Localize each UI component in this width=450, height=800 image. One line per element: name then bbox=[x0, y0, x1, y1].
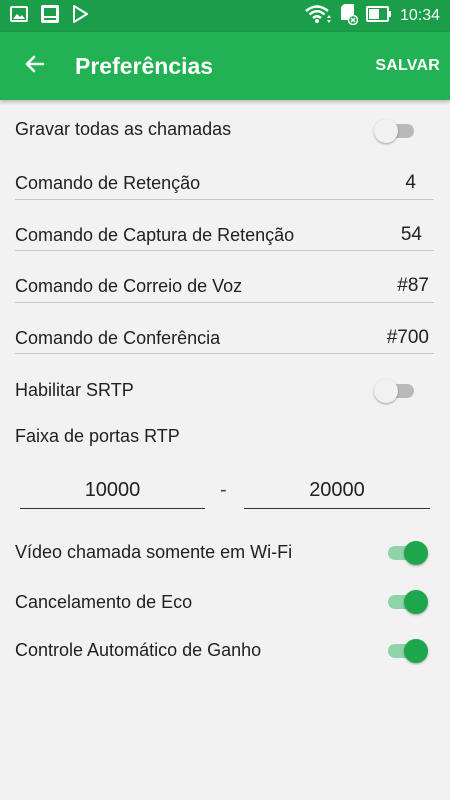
status-bar-notifications bbox=[10, 4, 88, 29]
switch-thumb bbox=[374, 379, 398, 403]
rtp-port-separator: - bbox=[220, 479, 227, 501]
echo-cancellation-label: Cancelamento de Eco bbox=[15, 592, 193, 612]
record-all-calls-label: Gravar todas as chamadas bbox=[15, 119, 232, 139]
hold-pickup-command-value[interactable]: 54 bbox=[401, 224, 422, 246]
status-bar-system: 10:34 bbox=[304, 3, 440, 30]
enable-srtp-label: Habilitar SRTP bbox=[15, 380, 134, 400]
arrow-back-icon bbox=[23, 52, 47, 81]
conference-command-value[interactable]: #700 bbox=[387, 327, 429, 349]
play-store-icon bbox=[72, 4, 88, 28]
switch-thumb bbox=[404, 590, 428, 614]
auto-gain-control-label: Controle Automático de Ganho bbox=[15, 640, 262, 660]
voicemail-command-label: Comando de Correio de Voz bbox=[15, 276, 243, 296]
status-time: 10:34 bbox=[399, 7, 440, 24]
video-wifi-only-label: Vídeo chamada somente em Wi-Fi bbox=[15, 542, 293, 562]
rtp-port-range-label: Faixa de portas RTP bbox=[15, 426, 180, 446]
page-title: Preferências bbox=[75, 52, 214, 79]
voicemail-command-value[interactable]: #87 bbox=[397, 275, 429, 297]
battery-icon bbox=[365, 5, 392, 27]
hold-command-label: Comando de Retenção bbox=[15, 173, 201, 193]
hold-command-underline bbox=[15, 199, 434, 200]
switch-thumb bbox=[404, 639, 428, 663]
hold-command-value[interactable]: 4 bbox=[405, 172, 416, 194]
switch-thumb bbox=[404, 541, 428, 565]
echo-cancellation-switch[interactable] bbox=[384, 586, 428, 616]
save-button[interactable]: SALVAR bbox=[365, 57, 450, 75]
voicemail-command-underline bbox=[15, 302, 434, 303]
app-bar: Preferências SALVAR bbox=[0, 32, 450, 100]
conference-command-underline bbox=[15, 353, 434, 354]
record-all-calls-switch[interactable] bbox=[374, 115, 418, 145]
switch-thumb bbox=[374, 119, 398, 143]
enable-srtp-switch[interactable] bbox=[374, 375, 418, 405]
back-button[interactable] bbox=[0, 32, 70, 100]
auto-gain-control-switch[interactable] bbox=[384, 635, 428, 665]
conference-command-label: Comando de Conferência bbox=[15, 328, 221, 348]
notification-app-icon bbox=[40, 4, 60, 29]
hold-pickup-command-underline bbox=[15, 250, 434, 251]
sd-card-icon bbox=[340, 3, 359, 30]
rtp-port-to-input[interactable]: 20000 bbox=[244, 475, 430, 509]
status-bar: 10:34 bbox=[0, 0, 450, 32]
wifi-icon bbox=[304, 4, 332, 29]
video-wifi-only-switch[interactable] bbox=[384, 537, 428, 567]
hold-pickup-command-label: Comando de Captura de Retenção bbox=[15, 225, 295, 245]
image-icon bbox=[10, 5, 28, 27]
rtp-port-from-input[interactable]: 10000 bbox=[20, 475, 205, 509]
